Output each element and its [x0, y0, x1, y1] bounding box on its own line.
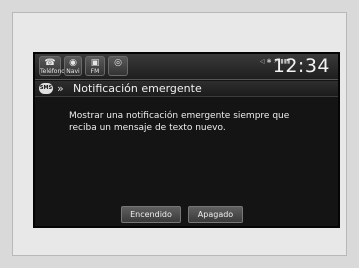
setting-description: Mostrar una notificación emergente siemp… — [69, 111, 290, 133]
infotainment-screen: ☎ Teléfono ◉ Navi ▣ FM ◎ ◁ ✱ ↗ ▮▮▮ 12:34… — [33, 52, 340, 228]
compass-icon: ◉ — [69, 58, 77, 68]
audio-source-icon: ◎ — [114, 58, 122, 68]
audio-source-button[interactable]: ◎ — [108, 56, 128, 76]
phone-button[interactable]: ☎ Teléfono — [39, 56, 65, 76]
title-bar: SMS » Notificación emergente — [35, 81, 338, 97]
page-title: Notificación emergente — [73, 82, 202, 95]
radio-icon: ▣ — [90, 58, 100, 68]
fm-button[interactable]: ▣ FM — [85, 56, 105, 76]
off-button[interactable]: Apagado — [188, 206, 243, 223]
chevron-right-icon: » — [57, 82, 64, 95]
sms-icon: SMS — [39, 83, 53, 94]
navi-label: Navi — [66, 68, 80, 75]
clock: 12:34 — [272, 55, 330, 77]
on-button[interactable]: Encendido — [121, 206, 181, 223]
navi-button[interactable]: ◉ Navi — [64, 56, 82, 76]
fm-label: FM — [90, 68, 100, 75]
status-bar: ☎ Teléfono ◉ Navi ▣ FM ◎ ◁ ✱ ↗ ▮▮▮ 12:34 — [35, 54, 338, 80]
phone-icon: ☎ — [44, 58, 56, 68]
phone-label: Teléfono — [40, 68, 65, 75]
